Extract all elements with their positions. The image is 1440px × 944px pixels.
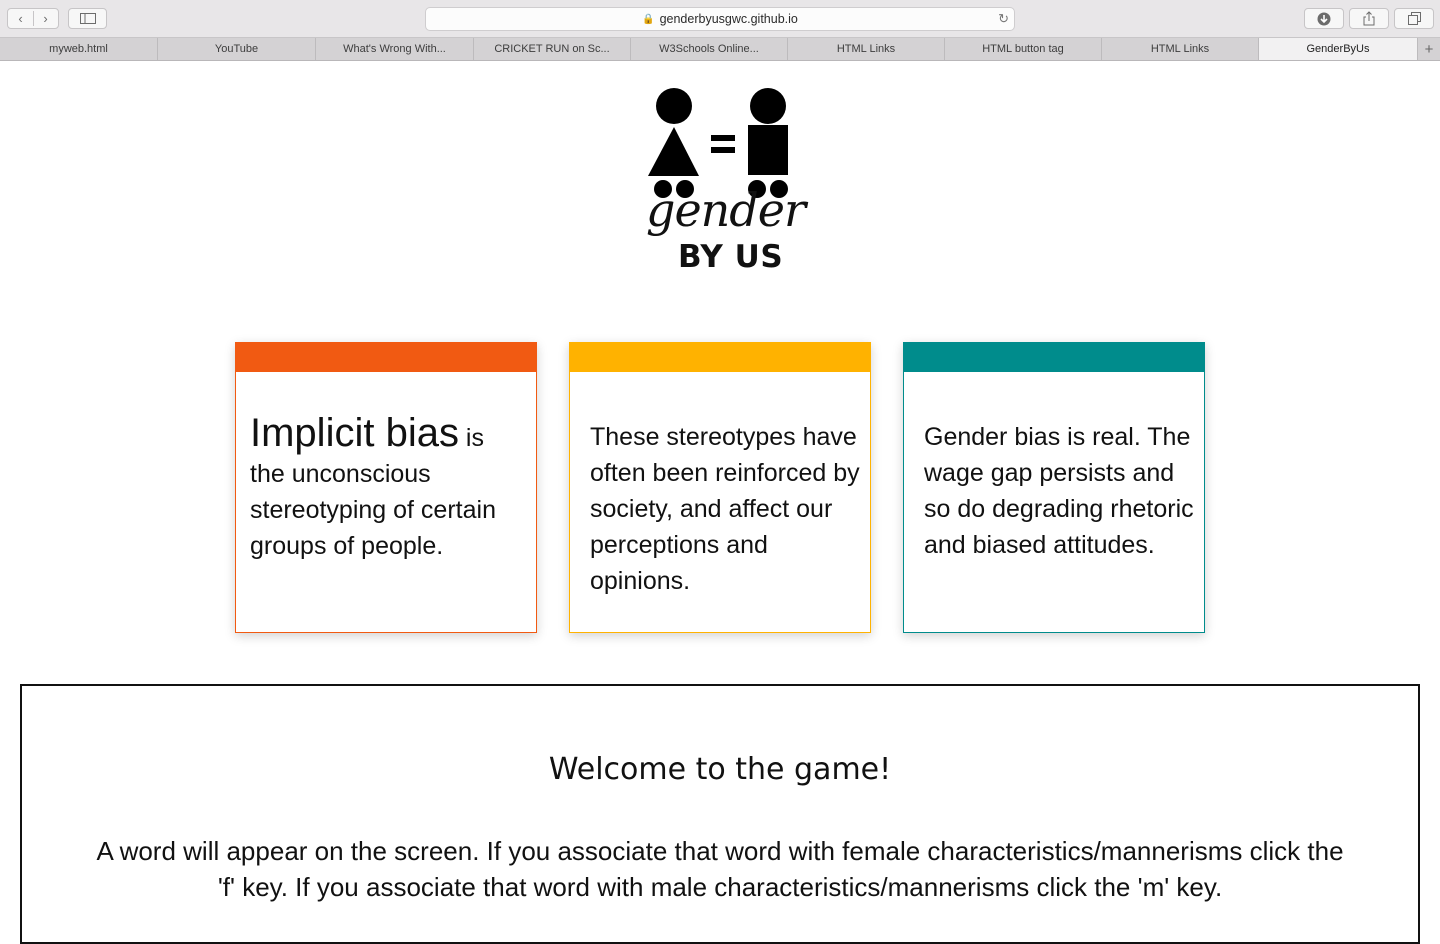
- sidebar-toggle-button[interactable]: [68, 8, 107, 29]
- card-small-text: is: [458, 424, 484, 452]
- tab-label: CRICKET RUN on Sc...: [494, 43, 610, 55]
- card-text: Implicit bias is the unconscious stereot…: [250, 413, 525, 564]
- card-gender-bias: Gender bias is real. The wage gap persis…: [903, 342, 1205, 633]
- downloads-button[interactable]: [1304, 8, 1344, 29]
- card-color-band: [569, 342, 871, 372]
- tab-html-links[interactable]: HTML Links: [788, 38, 945, 60]
- share-button[interactable]: [1349, 8, 1389, 29]
- game-title: Welcome to the game!: [548, 752, 892, 787]
- card-body-text: Gender bias is real. The wage gap persis…: [924, 423, 1194, 559]
- card-color-band: [235, 342, 537, 372]
- url-text: genderbyusgwc.github.io: [659, 12, 798, 26]
- tab-cricket-run[interactable]: CRICKET RUN on Sc...: [474, 38, 631, 60]
- game-instructions: A word will appear on the screen. If you…: [96, 836, 1344, 902]
- tab-label: HTML button tag: [982, 43, 1064, 55]
- tab-label: YouTube: [214, 43, 259, 55]
- tabs-icon: [1407, 12, 1421, 25]
- tab-label: HTML Links: [836, 43, 896, 55]
- nav-buttons: ‹ ›: [7, 8, 59, 29]
- card-body-text: These stereotypes have often been reinfo…: [590, 423, 860, 595]
- tab-genderbyus[interactable]: GenderByUs: [1259, 38, 1418, 60]
- tab-html-button-tag[interactable]: HTML button tag: [945, 38, 1102, 60]
- logo-by-us-text: BY US: [678, 239, 784, 275]
- card-body-text: the unconscious stereotyping of certain …: [250, 460, 496, 560]
- tab-youtube[interactable]: YouTube: [158, 38, 316, 60]
- browser-toolbar: ‹ › 🔒 genderbyusgwc.github.io ↻: [0, 0, 1440, 38]
- forward-icon[interactable]: ›: [33, 9, 58, 28]
- card-color-band: [903, 342, 1205, 372]
- card-lead-text: Implicit bias: [250, 411, 459, 455]
- address-bar[interactable]: 🔒 genderbyusgwc.github.io ↻: [425, 7, 1015, 31]
- tab-bar: myweb.html YouTube What's Wrong With... …: [0, 38, 1440, 61]
- card-implicit-bias: Implicit bias is the unconscious stereot…: [235, 342, 537, 633]
- share-icon: [1363, 11, 1375, 26]
- sidebar-icon: [79, 13, 96, 24]
- card-stereotypes: These stereotypes have often been reinfo…: [569, 342, 871, 633]
- download-icon: [1317, 12, 1331, 25]
- divider: [33, 11, 34, 26]
- logo-script-text: gender: [646, 183, 806, 237]
- game-panel: Welcome to the game! A word will appear …: [20, 684, 1420, 944]
- tab-html-links-2[interactable]: HTML Links: [1102, 38, 1259, 60]
- tab-label: W3Schools Online...: [659, 43, 759, 55]
- tab-label: myweb.html: [49, 43, 108, 55]
- tab-label: HTML Links: [1150, 43, 1210, 55]
- tab-myweb[interactable]: myweb.html: [0, 38, 158, 60]
- gender-by-us-logo: gender BY US: [636, 85, 806, 285]
- tab-label: What's Wrong With...: [343, 43, 446, 55]
- reload-icon[interactable]: ↻: [998, 11, 1009, 27]
- plus-icon: +: [1424, 40, 1434, 58]
- tabs-overview-button[interactable]: [1394, 8, 1434, 29]
- tab-label: GenderByUs: [1306, 43, 1370, 55]
- tab-whats-wrong[interactable]: What's Wrong With...: [316, 38, 474, 60]
- new-tab-button[interactable]: +: [1418, 38, 1440, 60]
- lock-icon: 🔒: [642, 13, 655, 25]
- tab-w3schools[interactable]: W3Schools Online...: [631, 38, 788, 60]
- back-icon[interactable]: ‹: [8, 9, 33, 28]
